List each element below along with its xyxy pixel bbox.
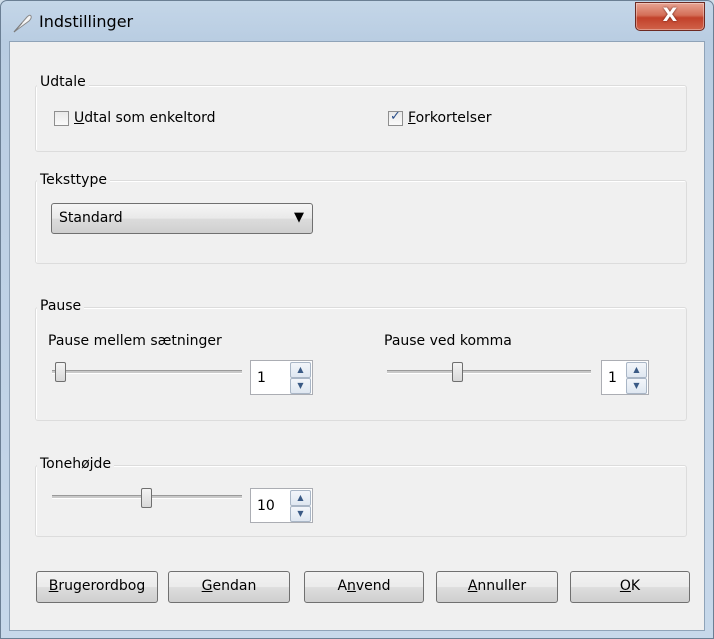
spin-down-icon[interactable]: ▼ (290, 506, 311, 522)
pause-saetninger-slider-thumb[interactable] (55, 362, 66, 382)
enkeltord-checkbox[interactable] (54, 111, 69, 126)
chevron-down-icon: ▼ (294, 210, 304, 225)
tonehojde-value: 10 (257, 498, 275, 514)
gendan-button[interactable]: Gendan (168, 571, 290, 603)
anvend-button[interactable]: Anvend (304, 571, 424, 603)
pause-komma-label: Pause ved komma (384, 333, 512, 349)
pause-saetninger-track[interactable] (52, 370, 242, 374)
pause-komma-value: 1 (608, 370, 617, 386)
brugerordbog-button[interactable]: Brugerordbog (36, 571, 158, 603)
pause-saetninger-value: 1 (257, 370, 266, 386)
checkmark-icon: ✓ (390, 109, 401, 124)
spin-down-icon[interactable]: ▼ (290, 378, 311, 394)
pause-saetninger-label: Pause mellem sætninger (48, 333, 222, 349)
title-bar[interactable]: Indstillinger X (1, 1, 713, 41)
annuller-button[interactable]: Annuller (436, 571, 558, 603)
spin-up-icon[interactable]: ▲ (626, 362, 647, 378)
tonehojde-group-label: Tonehøjde (37, 456, 115, 472)
window-title: Indstillinger (39, 12, 134, 31)
close-button[interactable]: X (635, 2, 705, 31)
spin-up-icon[interactable]: ▲ (290, 490, 311, 506)
teksttype-group-label: Teksttype (37, 172, 110, 188)
tonehojde-spinner[interactable]: 10 ▲ ▼ (250, 488, 313, 523)
teksttype-selected-value: Standard (59, 210, 123, 226)
feather-pen-icon (13, 14, 32, 33)
close-icon: X (662, 4, 678, 26)
spin-up-icon[interactable]: ▲ (290, 362, 311, 378)
udtale-group-label: Udtale (37, 74, 89, 90)
pause-group (35, 307, 687, 421)
pause-saetninger-spinner[interactable]: 1 ▲ ▼ (250, 360, 313, 395)
pause-komma-spinner[interactable]: 1 ▲ ▼ (601, 360, 649, 395)
pause-komma-slider-thumb[interactable] (452, 362, 463, 382)
pause-komma-track[interactable] (387, 370, 591, 374)
forkortelser-checkbox[interactable]: ✓ (388, 109, 403, 126)
tonehojde-slider-thumb[interactable] (141, 488, 152, 508)
enkeltord-label[interactable]: Udtal som enkeltord (74, 110, 216, 126)
forkortelser-label[interactable]: Forkortelser (408, 110, 491, 126)
teksttype-select[interactable]: Standard ▼ (51, 203, 313, 234)
tonehojde-group (35, 465, 687, 537)
pause-group-label: Pause (37, 298, 85, 314)
spin-down-icon[interactable]: ▼ (626, 378, 647, 394)
ok-button[interactable]: OK (570, 571, 690, 603)
